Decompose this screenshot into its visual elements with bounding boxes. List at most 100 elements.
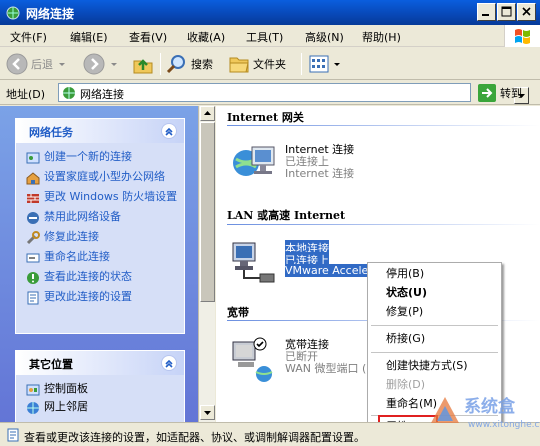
- network-tasks-header[interactable]: 网络任务: [16, 119, 184, 143]
- menu-help[interactable]: 帮助(H): [362, 29, 401, 45]
- watermark-logo-icon: [431, 397, 459, 423]
- scroll-up-button[interactable]: [200, 106, 215, 121]
- address-bar: 地址(D) 网络连接 转到: [0, 81, 540, 105]
- network-tasks-panel: 网络任务 创建一个新的连接 设置家庭或小型办公网络 更改 Windows 防火墙…: [15, 118, 185, 334]
- task-home-network[interactable]: 设置家庭或小型办公网络: [16, 171, 184, 185]
- back-label: 后退: [31, 58, 53, 71]
- maximize-button[interactable]: [497, 3, 516, 21]
- collapse-chevron-icon[interactable]: [161, 123, 177, 139]
- folders-button[interactable]: 文件夹: [228, 52, 286, 76]
- search-label: 搜索: [191, 58, 213, 71]
- connection-detail: VMware Acceler: [285, 264, 373, 277]
- chevron-down-icon: [334, 63, 340, 66]
- connection-internet-gateway[interactable]: Internet 连接 已连接上 Internet 连接: [230, 141, 430, 191]
- back-arrow-icon: [6, 53, 28, 75]
- control-panel-icon: [26, 384, 40, 396]
- minimize-button[interactable]: [477, 3, 496, 21]
- ctx-disable[interactable]: 停用(B): [386, 265, 424, 282]
- folders-label: 文件夹: [253, 58, 286, 71]
- new-connection-icon: [26, 152, 40, 164]
- watermark: 系统盒 www.xitonghe.com: [428, 386, 540, 442]
- windows-logo: [504, 25, 540, 47]
- group-internet-gateway: Internet 网关: [227, 111, 304, 124]
- views-icon: [309, 55, 329, 73]
- group-lan: LAN 或高速 Internet: [227, 209, 346, 222]
- address-label: 地址(D): [6, 88, 46, 101]
- menu-file[interactable]: 文件(F): [10, 29, 47, 45]
- address-input[interactable]: 网络连接: [58, 83, 529, 104]
- up-folder-icon: [133, 59, 153, 74]
- task-rename-connection[interactable]: 重命名此连接: [16, 251, 184, 263]
- close-icon: [522, 7, 531, 16]
- task-change-settings[interactable]: 更改此连接的设置: [16, 291, 184, 305]
- menu-tools[interactable]: 工具(T): [246, 29, 283, 45]
- up-folder-button[interactable]: [132, 52, 154, 76]
- views-button[interactable]: [308, 52, 342, 76]
- network-connections-icon: [63, 87, 75, 99]
- close-button[interactable]: [517, 3, 536, 21]
- network-places-icon: [27, 402, 39, 414]
- settings-document-icon: [7, 428, 19, 442]
- network-tasks-title: 网络任务: [29, 126, 73, 139]
- chevron-down-icon: [111, 63, 117, 66]
- menu-favorites[interactable]: 收藏(A): [187, 29, 225, 45]
- task-create-connection[interactable]: 创建一个新的连接: [16, 151, 184, 164]
- collapse-chevron-icon[interactable]: [161, 355, 177, 371]
- forward-arrow-icon: [83, 53, 105, 75]
- task-view-status[interactable]: 查看此连接的状态: [16, 271, 184, 284]
- menu-advanced[interactable]: 高级(N): [305, 29, 344, 45]
- rename-icon: [26, 253, 40, 263]
- vertical-scrollbar[interactable]: [198, 106, 215, 422]
- connection-detail: Internet 连接: [285, 167, 355, 180]
- search-icon: [166, 55, 185, 74]
- settings-document-icon: [27, 291, 39, 305]
- menu-bar: 文件(F) 编辑(E) 查看(V) 收藏(A) 工具(T) 高级(N) 帮助(H…: [0, 25, 540, 47]
- task-disable-device[interactable]: 禁用此网络设备: [16, 211, 184, 224]
- go-arrow-icon: [478, 84, 496, 102]
- task-firewall-settings[interactable]: 更改 Windows 防火墙设置: [16, 191, 184, 203]
- watermark-text: 系统盒: [464, 397, 515, 417]
- firewall-icon: [27, 194, 39, 203]
- group-broadband: 宽带: [227, 306, 249, 319]
- ctx-repair[interactable]: 修复(P): [386, 303, 423, 320]
- watermark-url: www.xitonghe.com: [468, 420, 540, 430]
- other-places-panel: 其它位置 控制面板 网上邻居: [15, 350, 185, 430]
- forward-button[interactable]: [83, 52, 119, 76]
- scroll-thumb[interactable]: [200, 122, 215, 302]
- status-icon: [27, 272, 39, 284]
- disable-network-icon: [27, 212, 39, 224]
- task-pane: 网络任务 创建一个新的连接 设置家庭或小型办公网络 更改 Windows 防火墙…: [0, 106, 198, 430]
- status-text: 查看或更改该连接的设置，如适配器、协议、或调制解调器配置设置。: [24, 431, 365, 444]
- network-connections-icon: [6, 6, 20, 20]
- go-button[interactable]: 转到: [478, 84, 522, 102]
- other-places-title: 其它位置: [29, 358, 73, 371]
- task-repair-connection[interactable]: 修复此连接: [16, 231, 184, 245]
- place-control-panel[interactable]: 控制面板: [16, 383, 184, 396]
- minimize-icon: [482, 14, 489, 16]
- scroll-down-button[interactable]: [200, 405, 215, 420]
- go-label: 转到: [500, 87, 522, 100]
- menu-view[interactable]: 查看(V): [129, 29, 167, 45]
- title-bar: 网络连接: [0, 0, 540, 25]
- ctx-create-shortcut[interactable]: 创建快捷方式(S): [386, 357, 468, 374]
- repair-icon: [26, 231, 40, 245]
- connection-detail: WAN 微型端口 (: [285, 362, 367, 375]
- ctx-bridge[interactable]: 桥接(G): [386, 330, 425, 347]
- windows-flag-icon: [515, 29, 530, 44]
- ctx-status[interactable]: 状态(U): [386, 284, 427, 301]
- window-title: 网络连接: [26, 7, 75, 21]
- lan-connection-icon: [232, 242, 275, 283]
- chevron-down-icon: [204, 411, 211, 415]
- menu-edit[interactable]: 编辑(E): [70, 29, 108, 45]
- maximize-icon: [501, 6, 512, 17]
- other-places-header[interactable]: 其它位置: [16, 351, 184, 375]
- chevron-down-icon: [59, 63, 65, 66]
- broadband-connection-icon: [232, 337, 273, 382]
- address-value: 网络连接: [80, 88, 124, 101]
- folder-icon: [229, 57, 249, 73]
- internet-gateway-icon: [233, 146, 275, 176]
- back-button[interactable]: 后退: [6, 52, 67, 76]
- search-button[interactable]: 搜索: [166, 52, 213, 76]
- ctx-delete[interactable]: 删除(D): [386, 376, 425, 393]
- place-network-places[interactable]: 网上邻居: [16, 401, 184, 414]
